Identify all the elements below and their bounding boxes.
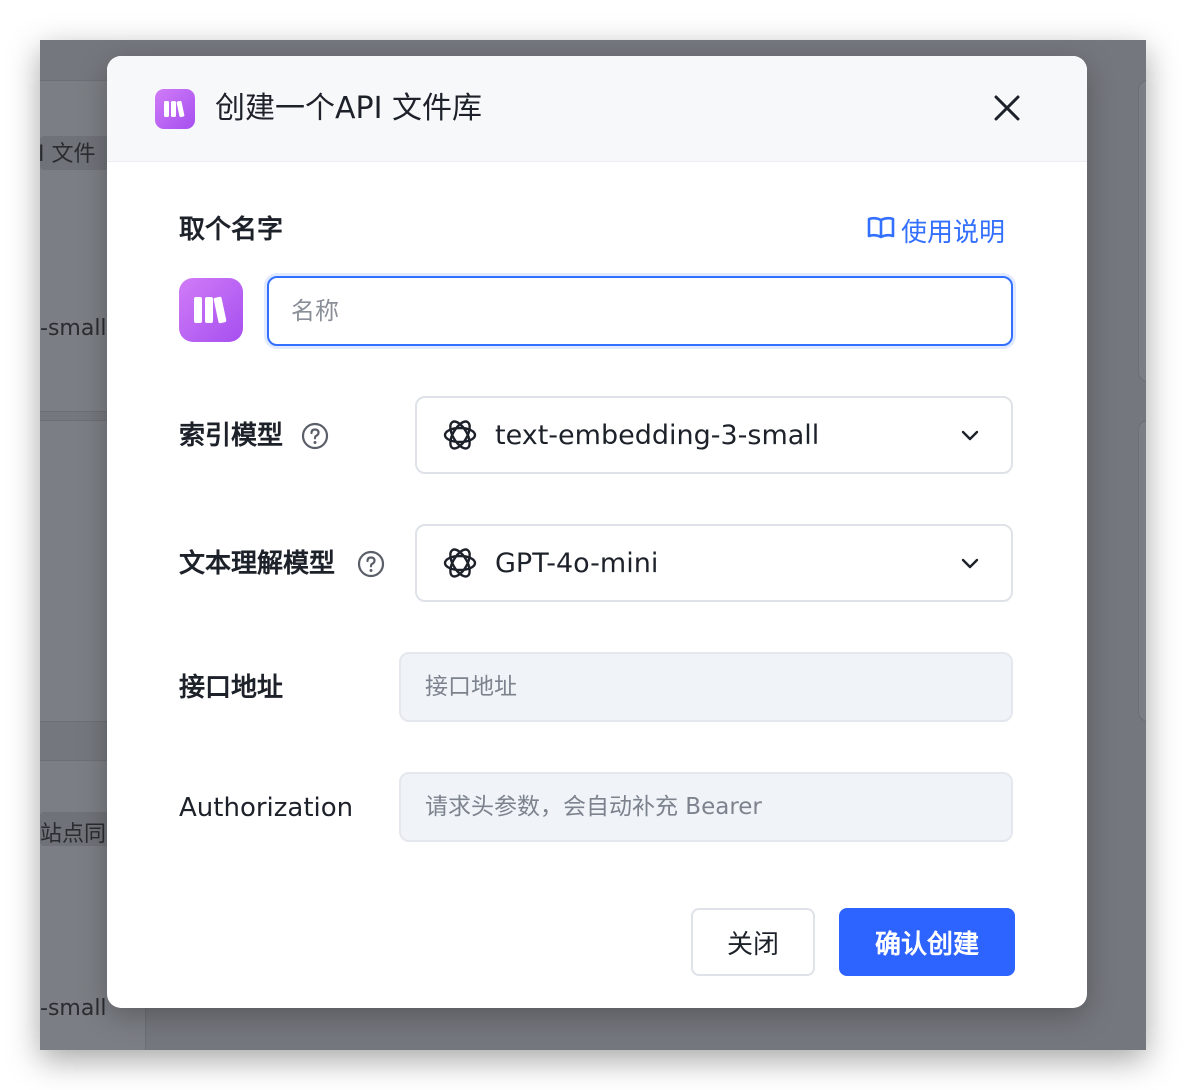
library-books-icon <box>155 89 195 129</box>
endpoint-input[interactable] <box>399 652 1013 722</box>
question-circle-icon[interactable] <box>357 550 385 578</box>
question-circle-icon[interactable] <box>301 422 329 450</box>
index-model-select[interactable]: text-embedding-3-small <box>415 396 1013 474</box>
openai-icon <box>441 544 479 582</box>
index-model-value: text-embedding-3-small <box>495 419 820 451</box>
background-card <box>1138 80 1146 382</box>
authorization-label: Authorization <box>179 793 354 823</box>
confirm-create-button[interactable]: 确认创建 <box>839 908 1015 976</box>
close-icon[interactable] <box>987 88 1027 128</box>
chevron-down-icon <box>959 424 981 446</box>
name-input[interactable] <box>267 276 1013 346</box>
dialog-header: 创建一个API 文件库 <box>107 56 1087 162</box>
text-model-value: GPT-4o-mini <box>495 547 659 579</box>
background-card-title: 站点同 <box>40 822 107 847</box>
background-model-label: -small <box>40 316 107 341</box>
usage-guide-link[interactable]: 使用说明 <box>867 212 1005 248</box>
name-label: 取个名字 <box>179 215 284 245</box>
authorization-input[interactable] <box>399 772 1013 842</box>
background-model-label: -small <box>40 996 107 1021</box>
openai-icon <box>441 416 479 454</box>
index-model-label: 索引模型 <box>179 421 284 451</box>
chevron-down-icon <box>959 552 981 574</box>
create-api-library-dialog: 创建一个API 文件库 取个名字 使用说明 索引模型 <box>107 56 1087 1008</box>
close-button[interactable]: 关闭 <box>691 908 815 976</box>
usage-guide-label: 使用说明 <box>901 217 1006 248</box>
open-book-icon <box>867 215 895 246</box>
background-card-title: I 文件 <box>40 142 96 167</box>
text-model-select[interactable]: GPT-4o-mini <box>415 524 1013 602</box>
endpoint-label: 接口地址 <box>179 673 284 703</box>
dialog-title: 创建一个API 文件库 <box>215 91 482 126</box>
background-card <box>1138 420 1146 722</box>
text-model-label: 文本理解模型 <box>179 549 336 579</box>
library-avatar-icon[interactable] <box>179 278 243 342</box>
